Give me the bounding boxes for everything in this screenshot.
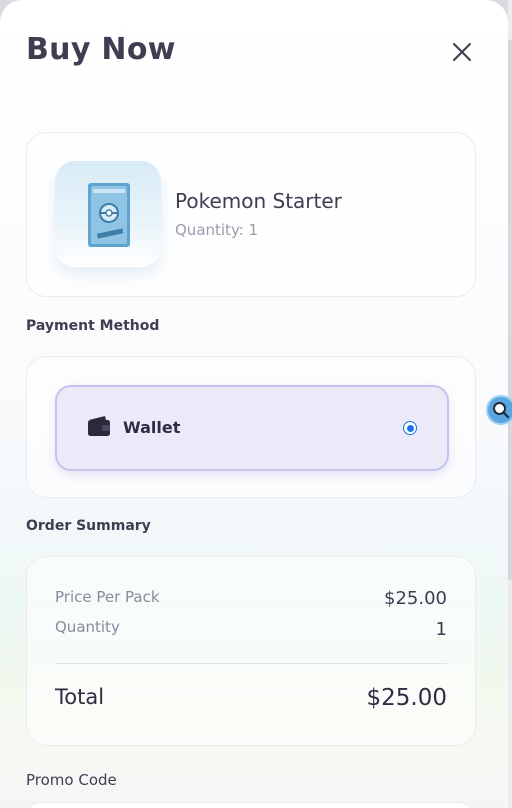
order-summary-card: Price Per Pack $25.00 Quantity 1 Total $… [26,556,476,746]
product-name: Pokemon Starter [175,189,342,213]
payment-method-heading: Payment Method [26,318,160,334]
close-icon [453,43,471,61]
close-button[interactable] [448,38,476,66]
wallet-icon [88,416,110,436]
product-card: Pokemon Starter Quantity: 1 [26,132,476,297]
product-thumbnail [55,161,161,267]
wallet-option-label: Wallet [123,418,181,437]
product-quantity: Quantity: 1 [175,221,259,239]
search-button[interactable] [488,397,512,423]
modal-title: Buy Now [26,32,176,67]
card-pack-image [88,183,130,247]
total-label: Total [55,685,105,709]
scrollbar-thumb[interactable] [508,40,512,580]
radio-selected-icon[interactable] [403,421,417,435]
promo-code-input[interactable] [26,802,474,808]
order-summary-heading: Order Summary [26,518,151,534]
quantity-label: Quantity [55,618,120,636]
payment-method-card: Wallet [26,356,476,498]
price-per-pack-label: Price Per Pack [55,588,160,606]
quantity-value: 1 [435,619,447,640]
price-per-pack-value: $25.00 [384,588,447,609]
payment-option-wallet[interactable]: Wallet [55,385,449,471]
promo-code-label: Promo Code [26,771,117,789]
search-icon [493,402,510,419]
buy-now-modal: Buy Now Pokemon Starter Quantity: 1 Paym… [0,0,508,808]
summary-divider [55,663,447,664]
total-value: $25.00 [366,685,447,711]
